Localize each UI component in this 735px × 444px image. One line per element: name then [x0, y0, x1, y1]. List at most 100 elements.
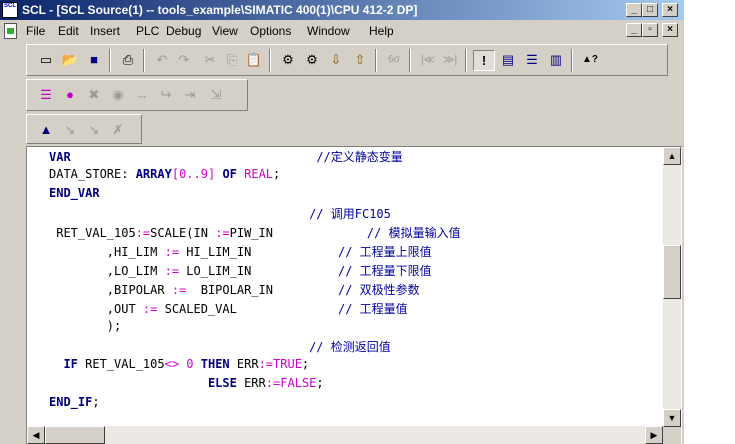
tile-horizontal-icon[interactable]: ☰ — [521, 50, 543, 71]
scroll-up-button[interactable]: ▲ — [663, 147, 681, 165]
horizontal-scroll-thumb[interactable] — [45, 426, 105, 444]
code-token: := — [164, 245, 180, 259]
scroll-down-button[interactable]: ▼ — [663, 409, 681, 427]
code-line[interactable]: ); — [49, 319, 121, 333]
horizontal-scrollbar[interactable]: ◀ ▶ — [27, 426, 663, 444]
child-restore-button[interactable]: ▫ — [642, 23, 658, 37]
code-line[interactable]: // 检测返回值 — [49, 338, 391, 355]
tile-vertical-icon[interactable]: ▥ — [545, 50, 567, 71]
cascade-icon[interactable]: ▤ — [497, 50, 519, 71]
window-title: SCL - [SCL Source(1) -- tools_example\SI… — [22, 3, 418, 17]
code-editor[interactable]: VAR //定义静态变量 DATA_STORE: ARRAY[0..9] OF R… — [26, 146, 682, 444]
menu-plc[interactable]: PLC — [136, 24, 159, 38]
bookmark-toggle-icon[interactable]: ▲ — [35, 120, 57, 141]
prev-error-icon[interactable]: |≪ — [417, 50, 439, 71]
menu-window[interactable]: Window — [307, 24, 350, 38]
code-token: 0 — [179, 357, 201, 371]
debug-toolbar: ☰ ● ✖ ◉ → ↪ ⇥ ⇲ — [26, 79, 248, 111]
delete-breakpoint-icon[interactable]: ✖ — [83, 85, 105, 106]
source-code-area[interactable]: VAR //定义静态变量 DATA_STORE: ARRAY[0..9] OF R… — [27, 147, 663, 427]
paste-icon[interactable]: 📋 — [243, 50, 265, 71]
save-icon[interactable]: ■ — [83, 50, 105, 71]
code-token: REAL — [244, 167, 274, 181]
redo-icon[interactable]: ↷ — [173, 50, 195, 71]
code-token: <> — [164, 357, 180, 371]
compile-icon[interactable]: ⚙ — [277, 50, 299, 71]
code-line[interactable]: VAR //定义静态变量 — [49, 148, 403, 165]
new-icon[interactable]: ▭ — [35, 50, 57, 71]
code-token: .. — [186, 167, 201, 181]
list-icon[interactable]: ☰ — [35, 85, 57, 106]
toolbar-separator — [409, 49, 411, 72]
code-token: RET_VAL_105 — [49, 226, 136, 240]
code-line[interactable]: END_IF; — [49, 395, 100, 409]
title-bar[interactable]: SCL SCL - [SCL Source(1) -- tools_exampl… — [0, 0, 684, 20]
toolbar-separator — [143, 49, 145, 72]
code-keyword: ELSE — [207, 376, 237, 390]
code-token: := — [135, 226, 151, 240]
code-comment: //定义静态变量 — [70, 150, 403, 164]
menu-edit[interactable]: Edit — [58, 24, 79, 38]
bookmark-clear-icon[interactable]: ✗ — [107, 120, 129, 141]
toolbar-separator — [465, 49, 467, 72]
document-icon[interactable] — [4, 23, 17, 39]
code-token: ,OUT — [49, 302, 143, 316]
code-line[interactable]: END_VAR — [49, 186, 100, 200]
breakpoint-icon[interactable]: ● — [59, 85, 81, 106]
menu-insert[interactable]: Insert — [90, 24, 120, 38]
scroll-left-button[interactable]: ◀ — [27, 426, 45, 444]
monitor-icon[interactable]: 6σ — [383, 50, 405, 71]
menu-help[interactable]: Help — [369, 24, 394, 38]
maximize-button[interactable]: □ — [642, 3, 658, 17]
code-token: ] — [207, 167, 223, 181]
child-close-button[interactable]: × — [662, 23, 678, 37]
code-line[interactable]: IF RET_VAL_105<> 0 THEN ERR:=TRUE; — [49, 357, 309, 371]
code-token: LO_LIM_IN — [179, 264, 338, 278]
code-line[interactable]: DATA_STORE: ARRAY[0..9] OF REAL; — [49, 167, 280, 181]
upload-icon[interactable]: ⇧ — [349, 50, 371, 71]
run-to-cursor-icon[interactable]: ⇲ — [205, 85, 227, 106]
code-token: SCALED_VAL — [157, 302, 338, 316]
minimize-button[interactable]: _ — [626, 3, 642, 17]
step-over-icon[interactable]: ↪ — [155, 85, 177, 106]
child-minimize-button[interactable]: _ — [626, 23, 642, 37]
bookmark-next-icon[interactable]: ↘ — [59, 120, 81, 141]
scroll-right-button[interactable]: ▶ — [645, 426, 663, 444]
vertical-scrollbar[interactable]: ▲ ▼ — [663, 147, 681, 427]
compile-all-icon[interactable]: ⚙ — [301, 50, 323, 71]
info-icon[interactable]: ! — [473, 50, 495, 71]
code-comment: // 调用FC105 — [49, 207, 391, 221]
code-token: DATA_STORE: — [49, 167, 136, 181]
scl-app-icon[interactable]: SCL — [2, 2, 18, 18]
menu-view[interactable]: View — [212, 24, 238, 38]
context-help-icon[interactable]: ▲? — [579, 50, 601, 71]
code-line[interactable]: ELSE ERR:=FALSE; — [49, 376, 324, 390]
menu-file[interactable]: File — [26, 24, 45, 38]
code-line[interactable]: ,BIPOLAR := BIPOLAR_IN // 双极性参数 — [49, 281, 420, 298]
download-icon[interactable]: ⇩ — [325, 50, 347, 71]
code-token: ; — [92, 395, 100, 409]
menu-debug[interactable]: Debug — [166, 24, 201, 38]
bookmark-prev-icon[interactable]: ↘ — [83, 120, 105, 141]
print-icon[interactable]: ⎙ — [117, 50, 139, 71]
code-line[interactable]: RET_VAL_105:=SCALE(IN :=PIW_IN // 模拟量输入值 — [49, 224, 460, 241]
code-keyword: IF — [63, 357, 78, 371]
code-line[interactable]: ,HI_LIM := HI_LIM_IN // 工程量上限值 — [49, 243, 432, 260]
code-token: HI_LIM_IN — [179, 245, 338, 259]
code-line[interactable]: ,LO_LIM := LO_LIM_IN // 工程量下限值 — [49, 262, 432, 279]
undo-icon[interactable]: ↶ — [151, 50, 173, 71]
open-icon[interactable]: 📂 — [59, 50, 81, 71]
copy-icon[interactable]: ⎘ — [221, 50, 243, 71]
next-error-icon[interactable]: ≫| — [439, 50, 461, 71]
step-out-icon[interactable]: ⇥ — [179, 85, 201, 106]
menu-options[interactable]: Options — [250, 24, 291, 38]
code-line[interactable]: // 调用FC105 — [49, 205, 391, 222]
breakpoint-toggle-icon[interactable]: ◉ — [107, 85, 129, 106]
scl-window: SCL SCL - [SCL Source(1) -- tools_exampl… — [0, 0, 684, 444]
step-into-icon[interactable]: → — [131, 85, 153, 106]
vertical-scroll-thumb[interactable] — [663, 244, 681, 299]
close-button[interactable]: × — [662, 3, 678, 17]
cut-icon[interactable]: ✂ — [199, 50, 221, 71]
code-line[interactable]: ,OUT := SCALED_VAL // 工程量值 — [49, 300, 408, 317]
